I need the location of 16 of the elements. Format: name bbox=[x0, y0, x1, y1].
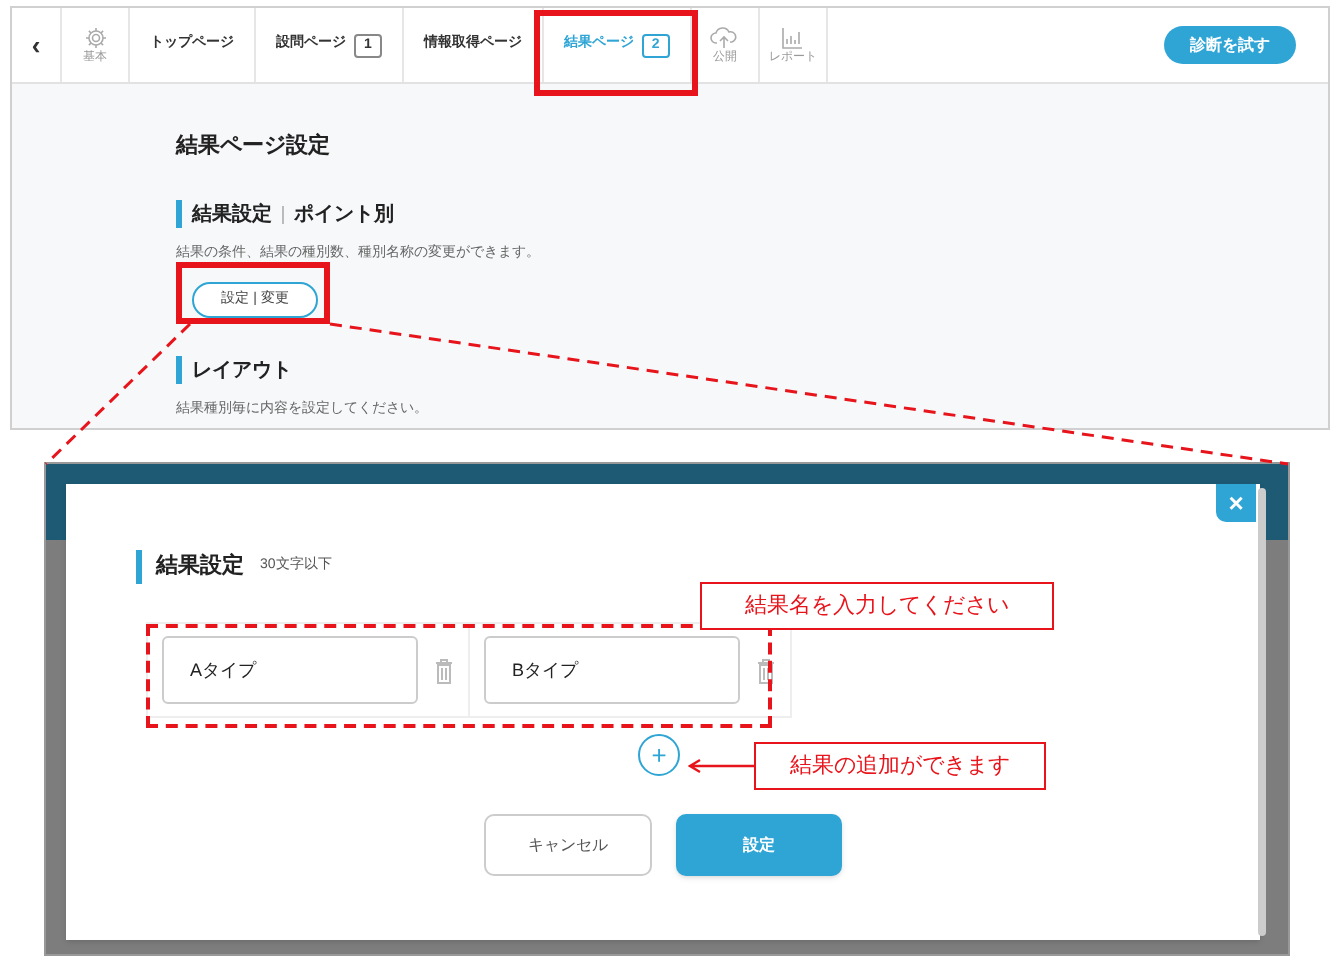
annotation-label: 結果の追加ができます bbox=[754, 742, 1046, 790]
result-name-field[interactable]: Bタイプ bbox=[484, 636, 740, 704]
section-subheading: ポイント別 bbox=[294, 201, 394, 229]
cancel-button[interactable]: キャンセル bbox=[484, 814, 652, 876]
bar-chart-icon bbox=[780, 25, 805, 49]
section-heading: 結果設定 bbox=[192, 200, 272, 229]
gear-icon bbox=[83, 25, 107, 49]
back-button[interactable]: ‹ bbox=[12, 8, 62, 82]
result-name-field[interactable]: Aタイプ bbox=[162, 636, 418, 704]
trash-icon[interactable] bbox=[756, 657, 776, 683]
modal-heading: 結果設定 bbox=[156, 551, 244, 583]
cloud-upload-icon bbox=[710, 25, 739, 49]
page-title: 結果ページ設定 bbox=[176, 132, 332, 160]
annotation-label: 結果名を入力してください bbox=[700, 582, 1054, 630]
arrow-icon bbox=[688, 758, 756, 774]
section-heading: レイアウト bbox=[192, 357, 292, 385]
